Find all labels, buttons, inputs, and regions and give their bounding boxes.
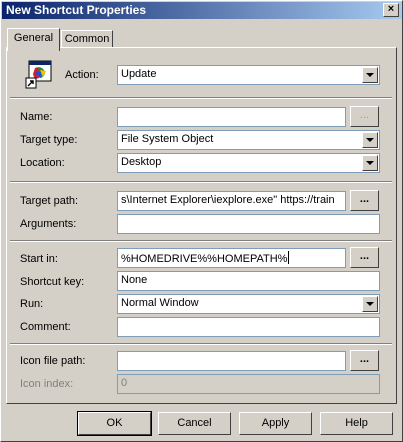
chevron-down-icon[interactable] — [362, 132, 378, 148]
apply-button-label: Apply — [261, 417, 290, 429]
action-value: Update — [121, 68, 157, 80]
divider — [10, 97, 392, 99]
target-path-field[interactable]: s\Internet Explorer\iexplore.exe" https:… — [117, 191, 346, 211]
arguments-label: Arguments: — [20, 218, 77, 230]
cancel-button[interactable]: Cancel — [158, 412, 231, 435]
name-browse-button: ... — [350, 106, 379, 127]
shortcut-window-icon — [25, 60, 52, 89]
start-in-field[interactable]: %HOMEDRIVE%%HOMEPATH% — [117, 248, 346, 268]
tab-common-label: Common — [64, 33, 110, 45]
location-select[interactable]: Desktop — [117, 153, 380, 173]
cancel-button-label: Cancel — [177, 417, 212, 429]
tab-common[interactable]: Common — [61, 30, 113, 48]
chevron-down-icon[interactable] — [362, 296, 378, 312]
run-label: Run: — [20, 298, 44, 310]
ok-button[interactable]: OK — [77, 411, 152, 436]
name-label: Name: — [20, 111, 53, 123]
name-field[interactable] — [117, 107, 346, 127]
target-type-label: Target type: — [20, 134, 78, 146]
ellipsis-icon: ... — [359, 250, 370, 262]
start-in-label: Start in: — [20, 253, 58, 265]
arguments-field[interactable] — [117, 214, 380, 234]
chevron-down-icon[interactable] — [362, 67, 378, 83]
run-value: Normal Window — [121, 297, 199, 309]
target-path-browse-button[interactable]: ... — [350, 190, 379, 211]
divider — [10, 240, 392, 242]
ellipsis-icon: ... — [359, 193, 370, 205]
ellipsis-icon: ... — [359, 353, 370, 365]
window-title: New Shortcut Properties — [6, 3, 147, 17]
close-icon: × — [387, 3, 395, 15]
icon-file-path-browse-button[interactable]: ... — [350, 350, 379, 371]
ellipsis-icon: ... — [359, 109, 370, 121]
target-path-label: Target path: — [20, 195, 79, 207]
apply-button[interactable]: Apply — [239, 412, 312, 435]
run-select[interactable]: Normal Window — [117, 294, 380, 314]
tab-general-label: General — [13, 32, 54, 44]
help-button-label: Help — [345, 417, 368, 429]
shortcut-key-label: Shortcut key: — [20, 276, 85, 288]
chevron-down-icon[interactable] — [362, 155, 378, 171]
close-button[interactable]: × — [383, 3, 399, 17]
start-in-browse-button[interactable]: ... — [350, 247, 379, 268]
help-button[interactable]: Help — [320, 412, 393, 435]
icon-file-path-field[interactable] — [117, 351, 346, 371]
action-label: Action: — [65, 69, 99, 81]
title-bar[interactable]: New Shortcut Properties × — [2, 2, 402, 19]
ok-button-label: OK — [106, 417, 123, 429]
comment-label: Comment: — [20, 321, 71, 333]
text-cursor — [288, 251, 290, 264]
shortcut-key-field[interactable]: None — [117, 271, 380, 291]
divider — [10, 181, 392, 183]
comment-field[interactable] — [117, 317, 380, 337]
icon-file-path-label: Icon file path: — [20, 355, 86, 367]
target-type-value: File System Object — [121, 133, 214, 145]
location-value: Desktop — [121, 156, 162, 168]
divider — [10, 343, 392, 345]
icon-index-field: 0 — [117, 374, 380, 394]
new-shortcut-properties-dialog: New Shortcut Properties × General Common… — [0, 0, 403, 442]
location-label: Location: — [20, 157, 65, 169]
tab-general[interactable]: General — [7, 28, 60, 51]
icon-index-label: Icon index: — [20, 378, 74, 390]
start-in-value: %HOMEDRIVE%%HOMEPATH% — [121, 253, 288, 265]
target-type-select[interactable]: File System Object — [117, 130, 380, 150]
action-select[interactable]: Update — [117, 65, 380, 85]
